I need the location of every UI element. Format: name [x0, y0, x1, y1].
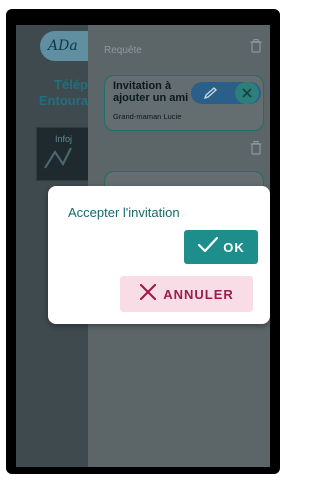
close-icon[interactable]: [235, 82, 259, 104]
thumbnail-graphic: [44, 147, 72, 169]
confirm-dialog: Accepter l'invitation OK ANNULER: [48, 186, 270, 324]
request-card[interactable]: Invitation à ajouter un ami Grand-maman …: [104, 75, 264, 131]
ok-label: OK: [223, 239, 245, 255]
cancel-label: ANNULER: [163, 286, 234, 302]
card-title: Invitation à ajouter un ami: [113, 80, 189, 104]
left-label-2: Entoura: [38, 93, 88, 108]
cancel-button[interactable]: ANNULER: [120, 276, 253, 312]
section-label: Requête: [104, 45, 142, 56]
trash-icon[interactable]: [250, 141, 262, 155]
phone-frame: ADa Télép Entoura Infoj Requête Invitati…: [6, 9, 280, 474]
card-subtitle: Grand-maman Lucie: [113, 112, 182, 121]
close-icon: [139, 283, 157, 306]
left-label-1: Télép: [54, 77, 88, 92]
check-icon: [197, 236, 219, 259]
dialog-title: Accepter l'invitation: [68, 205, 180, 220]
app-logo-text: ADa: [48, 38, 78, 54]
app-logo: ADa: [40, 31, 88, 61]
edit-icon[interactable]: [203, 86, 219, 100]
trash-icon[interactable]: [250, 39, 262, 53]
ok-button[interactable]: OK: [184, 230, 258, 264]
app-screen: ADa Télép Entoura Infoj Requête Invitati…: [16, 25, 270, 467]
card-actions: [191, 82, 261, 104]
thumbnail-card[interactable]: Infoj: [36, 127, 90, 181]
